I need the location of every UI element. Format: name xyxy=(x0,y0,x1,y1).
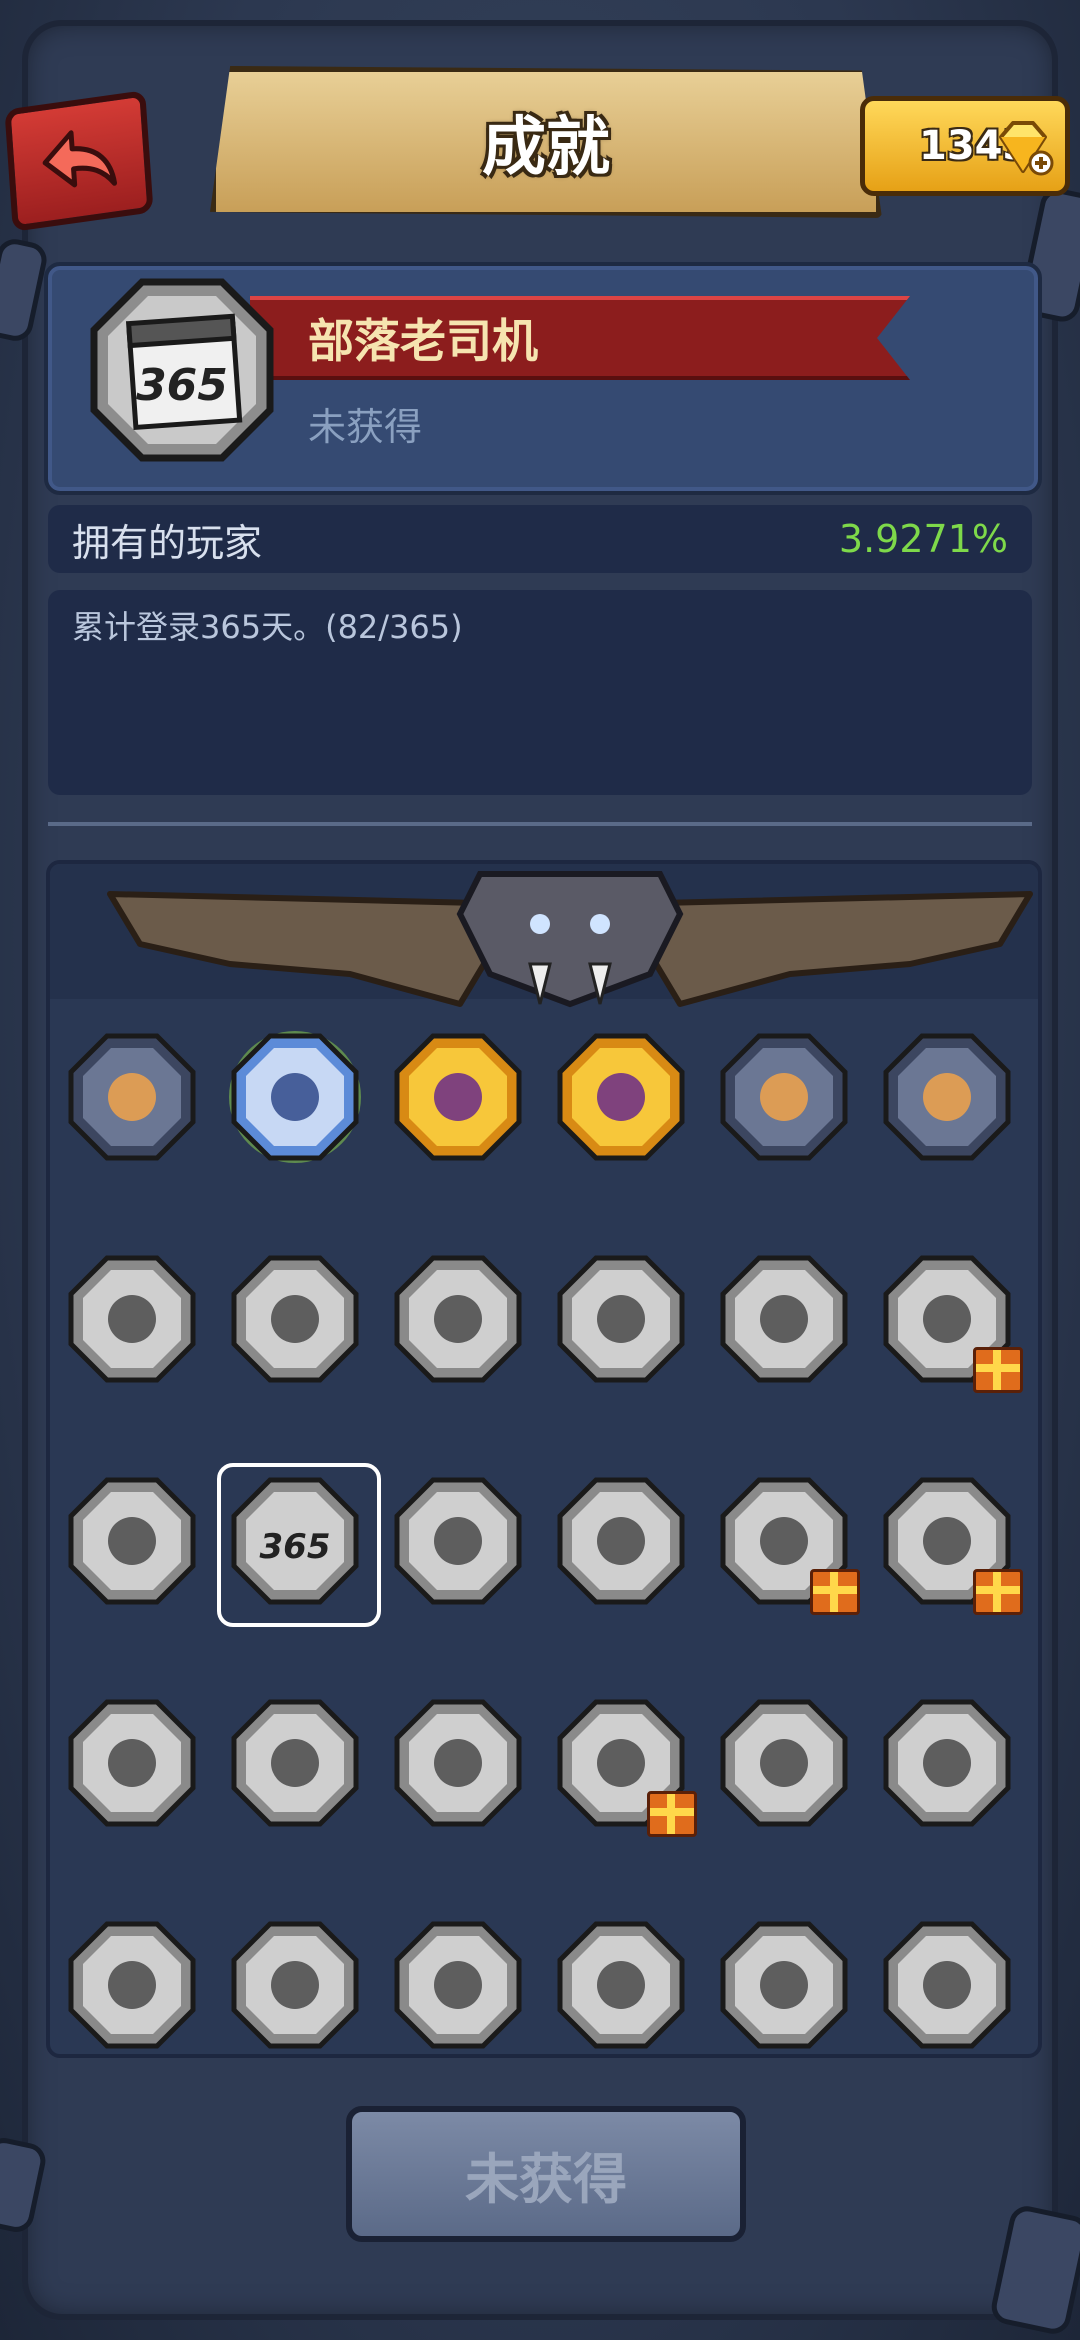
back-button[interactable] xyxy=(4,90,154,232)
achievement-stone-heads[interactable] xyxy=(551,1251,691,1391)
achievement-whale[interactable] xyxy=(388,1473,528,1613)
achievement-caveman[interactable] xyxy=(62,1917,202,2054)
calendar-icon-label: 365 xyxy=(136,360,228,411)
achievement-grid-panel[interactable]: 365 xyxy=(46,860,1042,2058)
rock-icon xyxy=(880,1918,1014,2054)
sun-icon xyxy=(717,1696,851,1834)
achievement-rock-pile[interactable] xyxy=(877,1917,1017,2054)
bat-emblem-icon xyxy=(107,871,1033,1008)
achievement-thumbs-up[interactable] xyxy=(62,1029,202,1169)
dragon-icon xyxy=(391,1252,525,1390)
achievement-purple-warrior[interactable] xyxy=(388,1029,528,1169)
achievement-yak-rider[interactable] xyxy=(714,1029,854,1169)
back-arrow-icon xyxy=(42,130,118,188)
achievement-description-box: 累计登录365天。(82/365) xyxy=(48,590,1032,795)
achievement-axe-rock[interactable] xyxy=(225,1695,365,1835)
achievement-sun[interactable] xyxy=(714,1695,854,1835)
achievement-name-ribbon: 部落老司机 xyxy=(250,296,910,380)
owners-label: 拥有的玩家 xyxy=(72,520,263,565)
achievement-dragon-stars-2[interactable] xyxy=(388,1251,528,1391)
yak-icon xyxy=(717,1030,851,1168)
achievement-paper[interactable] xyxy=(62,1473,202,1613)
stone-icon xyxy=(554,1252,688,1390)
egg-icon xyxy=(391,1696,525,1834)
achievement-wings-2[interactable] xyxy=(388,1917,528,2054)
claim-button-label: 未获得 xyxy=(465,2147,627,2211)
plus-icon xyxy=(1028,150,1054,176)
mirror-icon xyxy=(717,1252,851,1390)
caveman-icon xyxy=(65,1918,199,2054)
wings-icon xyxy=(391,1918,525,2054)
achievement-label: 365 xyxy=(260,1527,331,1567)
achievement-gorilla[interactable] xyxy=(714,1473,860,1615)
owners-percent: 3.9271% xyxy=(838,517,1008,561)
achievement-description: 累计登录365天。(82/365) xyxy=(72,608,463,646)
achievement-mirror[interactable] xyxy=(714,1251,854,1391)
currency-counter[interactable]: 1343 xyxy=(860,96,1070,196)
bag-icon xyxy=(880,1696,1014,1834)
calendar-icon: 365 xyxy=(228,1474,362,1612)
achievement-trophy[interactable] xyxy=(551,1473,691,1613)
gift-icon xyxy=(810,1569,860,1615)
gift-icon xyxy=(973,1347,1023,1393)
owners-row: 拥有的玩家 3.9271% xyxy=(48,505,1032,573)
axe-icon xyxy=(228,1696,362,1834)
achievement-status: 未获得 xyxy=(308,405,423,449)
achievement-sign-2[interactable] xyxy=(877,1251,1023,1393)
title-banner: 成就 xyxy=(210,66,882,218)
calendar-icon: 365 xyxy=(90,278,274,462)
achievement-skull-medal[interactable] xyxy=(225,1029,365,1169)
dragon-icon xyxy=(65,1252,199,1390)
achievement-wings-1[interactable] xyxy=(225,1917,365,2054)
achievement-ice-beast[interactable] xyxy=(551,1029,691,1169)
achievement-wings-3[interactable] xyxy=(551,1917,691,2054)
skull-icon xyxy=(228,1030,362,1168)
achievement-bag-up[interactable] xyxy=(877,1695,1017,1835)
achievement-caveman-2[interactable] xyxy=(714,1917,854,2054)
divider xyxy=(48,822,1032,826)
gift-icon xyxy=(647,1791,697,1837)
achievement-monster[interactable] xyxy=(877,1473,1023,1615)
achievement-dragon-3[interactable] xyxy=(62,1251,202,1391)
achievement-feather-chief[interactable] xyxy=(551,1695,697,1837)
gem-icon xyxy=(999,121,1054,176)
page-title: 成就 xyxy=(482,111,610,185)
trophy-icon xyxy=(554,1474,688,1612)
warrior-icon xyxy=(391,1030,525,1168)
gift-icon xyxy=(973,1569,1023,1615)
bear-icon xyxy=(65,1696,199,1834)
wings-icon xyxy=(228,1918,362,2054)
wings-icon xyxy=(554,1918,688,2054)
achievement-name: 部落老司机 xyxy=(308,314,538,368)
achievement-egg[interactable] xyxy=(388,1695,528,1835)
caveman-icon xyxy=(717,1918,851,2054)
paper-icon xyxy=(65,1474,199,1612)
whale-icon xyxy=(391,1474,525,1612)
achievement-dragon-stars-1[interactable] xyxy=(225,1251,365,1391)
thumbs-up-icon xyxy=(65,1030,199,1168)
chief-icon xyxy=(880,1030,1014,1168)
achievement-bear-stars[interactable] xyxy=(62,1695,202,1835)
claim-button[interactable]: 未获得 xyxy=(346,2106,746,2242)
achievement-grid: 365 xyxy=(50,1029,1038,2054)
ice-beast-icon xyxy=(554,1030,688,1168)
achievement-tired-chief[interactable] xyxy=(877,1029,1017,1169)
dragon-icon xyxy=(228,1252,362,1390)
achievement-calendar-365[interactable]: 365 xyxy=(217,1463,381,1627)
